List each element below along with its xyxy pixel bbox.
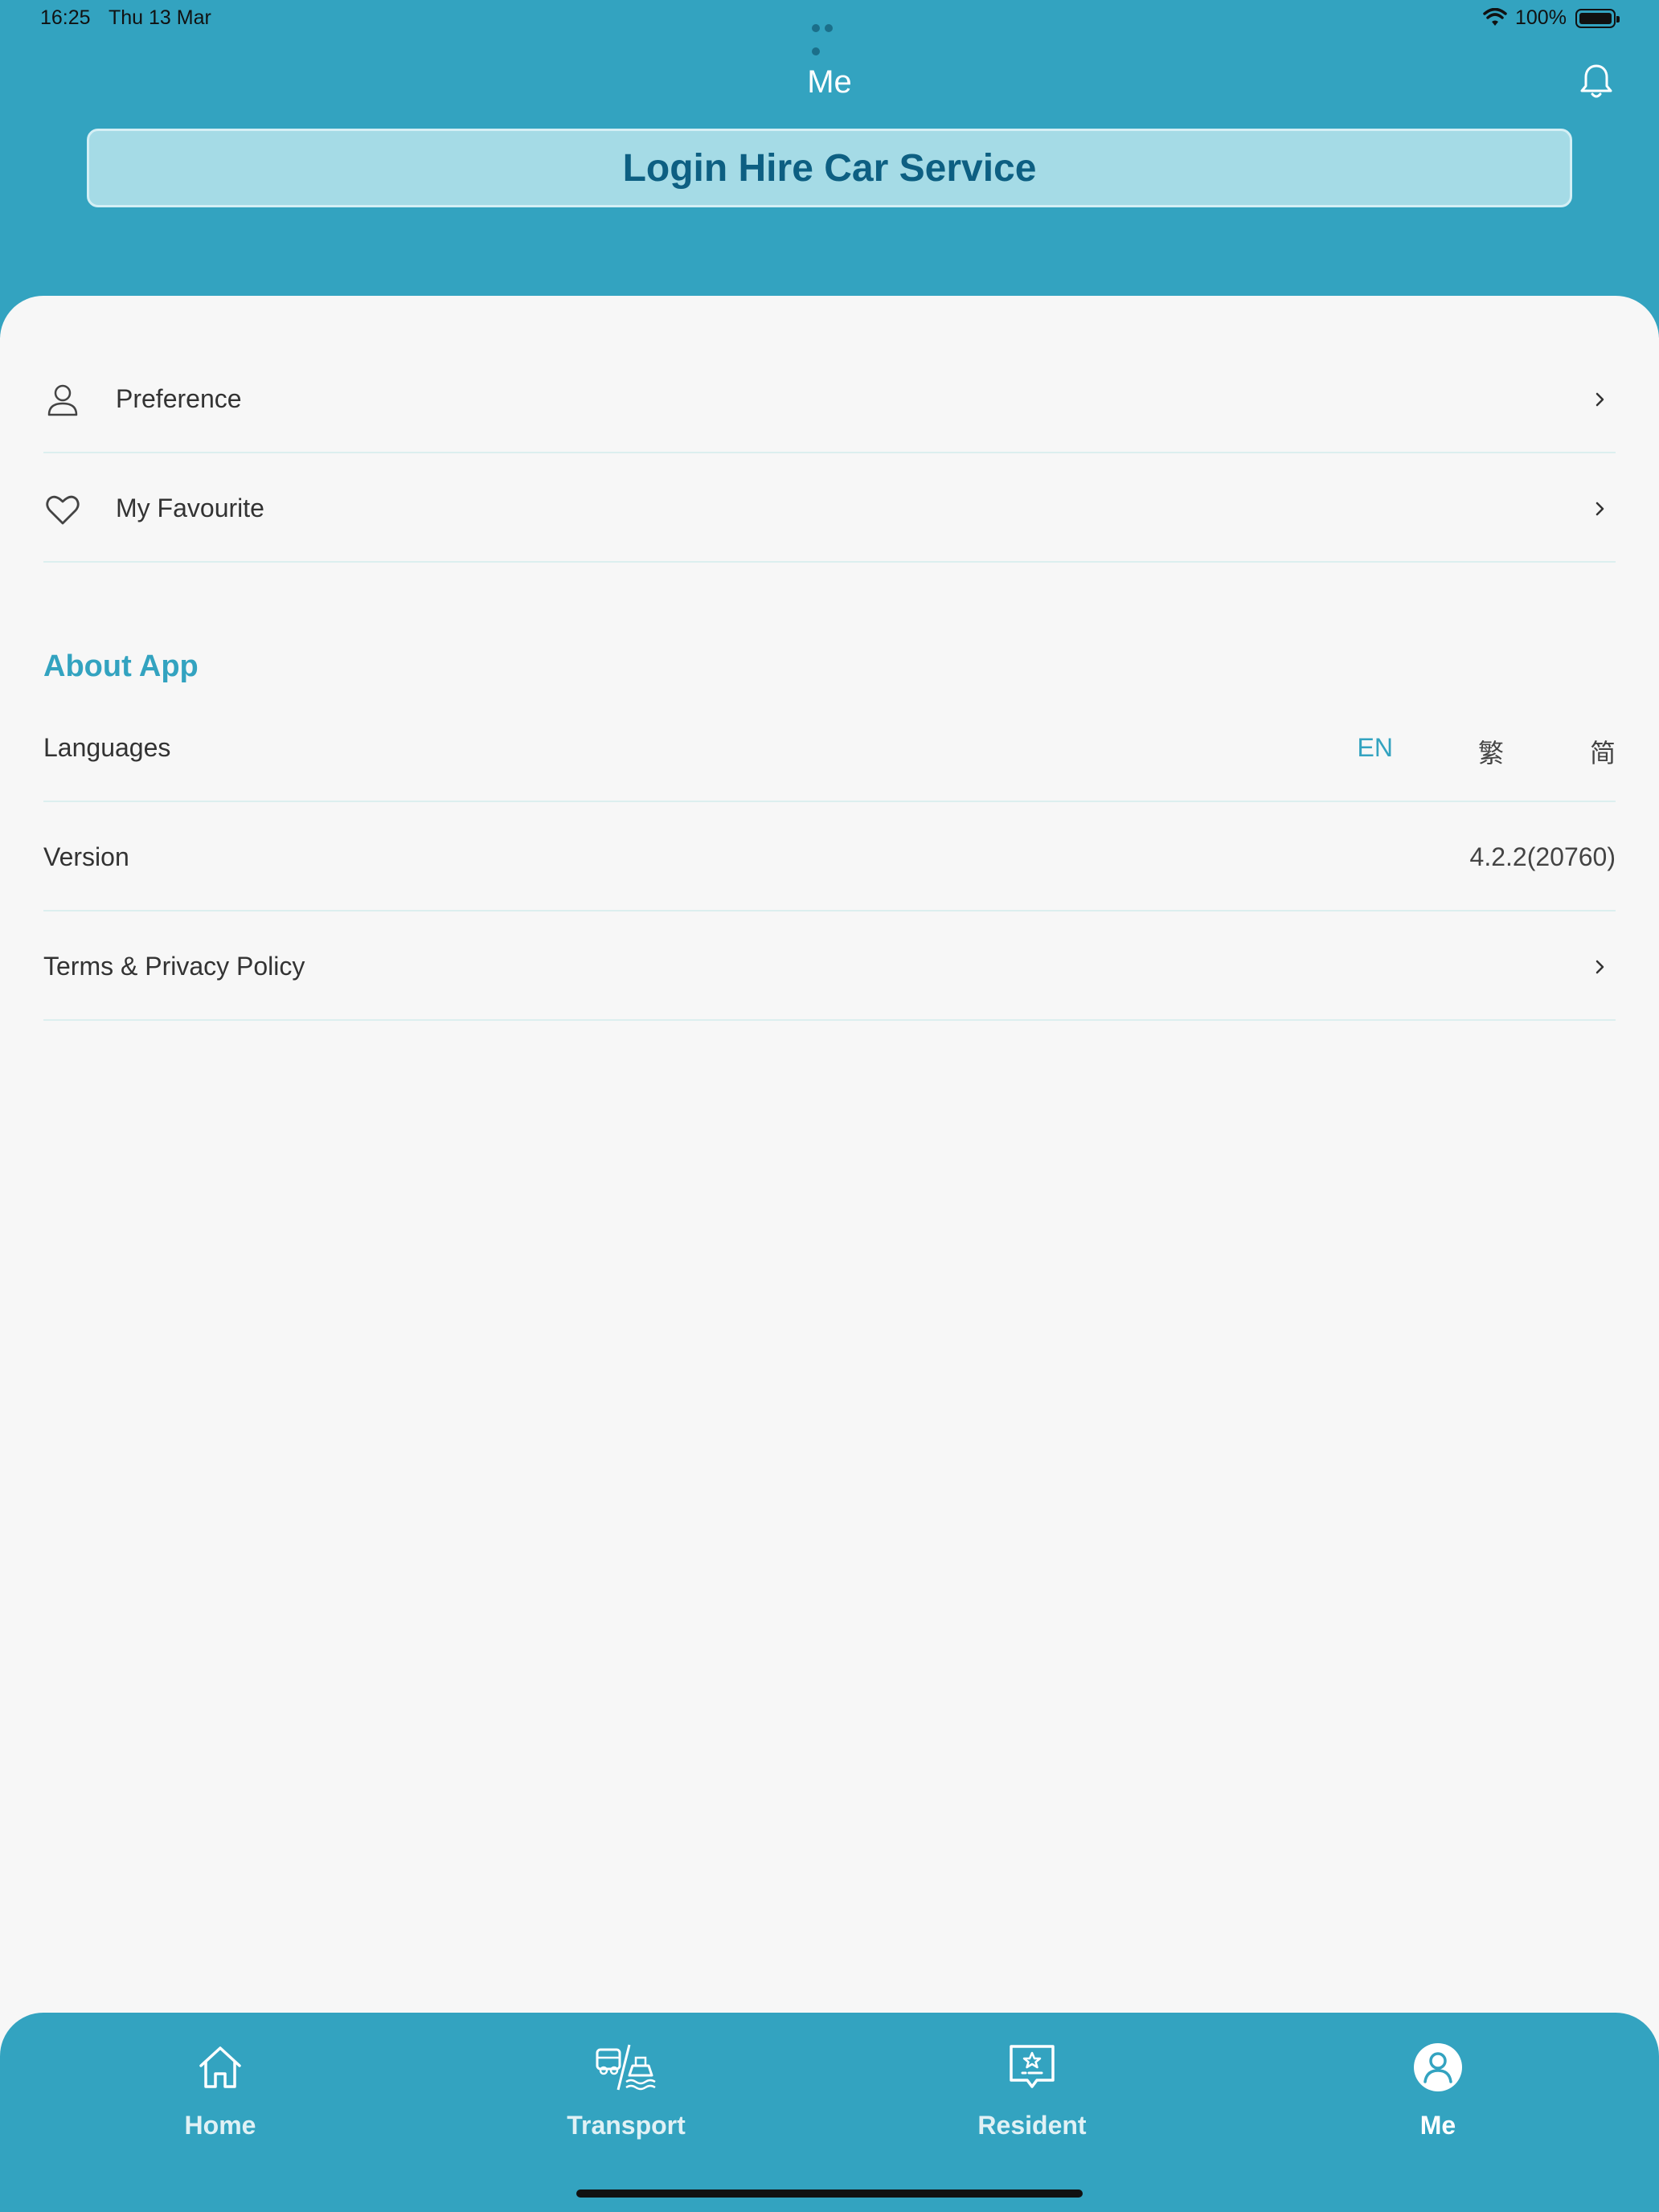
battery-icon: [1575, 9, 1620, 28]
tab-resident[interactable]: Resident: [911, 2013, 1153, 2157]
tab-transport-label: Transport: [567, 2111, 686, 2140]
home-icon: [199, 2046, 241, 2088]
about-app-section-title: About App: [43, 649, 199, 683]
tab-home-label: Home: [184, 2111, 256, 2140]
tab-resident-label: Resident: [977, 2111, 1087, 2140]
page-title: Me: [807, 64, 852, 100]
language-option-en[interactable]: EN: [1358, 733, 1393, 763]
terms-privacy-policy-row[interactable]: Terms & Privacy Policy: [43, 911, 1616, 1021]
chevron-right-icon: [1596, 502, 1604, 516]
status-bar: 16:25 Thu 13 Mar 100%: [0, 0, 1659, 55]
tab-transport[interactable]: Transport: [506, 2013, 747, 2157]
multitasking-dots-icon[interactable]: [812, 14, 847, 55]
my-favourite-label: My Favourite: [116, 494, 264, 522]
tab-home[interactable]: Home: [100, 2013, 341, 2157]
battery-percentage: 100%: [1515, 6, 1567, 29]
login-hire-car-service-button[interactable]: Login Hire Car Service: [87, 129, 1572, 207]
main-content: Preference My Favourite About App Langua…: [0, 296, 1659, 2008]
wifi-icon: [1483, 8, 1507, 26]
version-row: Version 4.2.2(20760): [43, 802, 1616, 911]
status-time: 16:25: [40, 6, 91, 29]
languages-label: Languages: [43, 733, 171, 762]
version-label: Version: [43, 842, 129, 871]
preference-row[interactable]: Preference: [43, 344, 1616, 453]
terms-privacy-policy-label: Terms & Privacy Policy: [43, 952, 305, 981]
tab-me-label: Me: [1419, 2111, 1456, 2140]
person-icon: [47, 384, 78, 416]
status-date: Thu 13 Mar: [109, 6, 211, 29]
language-option-simplified-chinese[interactable]: 简: [1590, 733, 1616, 770]
chevron-right-icon: [1596, 960, 1604, 974]
my-favourite-row[interactable]: My Favourite: [43, 453, 1616, 563]
home-indicator[interactable]: [576, 2189, 1083, 2198]
preference-label: Preference: [116, 384, 242, 413]
language-option-traditional-chinese[interactable]: 繁: [1478, 733, 1504, 770]
transport-icon: [596, 2044, 656, 2091]
notification-bell-icon[interactable]: [1575, 61, 1617, 103]
resident-badge-icon: [1010, 2045, 1055, 2088]
heart-icon: [46, 495, 80, 525]
profile-icon: [1414, 2043, 1462, 2091]
languages-row: Languages EN 繁 简: [43, 693, 1616, 802]
header-bar: 16:25 Thu 13 Mar 100% Me Login Hire Car …: [0, 0, 1659, 338]
version-value: 4.2.2(20760): [1469, 842, 1616, 871]
tab-me[interactable]: Me: [1317, 2013, 1559, 2157]
chevron-right-icon: [1596, 392, 1604, 407]
bottom-tab-bar: Home Transport Resident Me: [0, 2013, 1659, 2212]
